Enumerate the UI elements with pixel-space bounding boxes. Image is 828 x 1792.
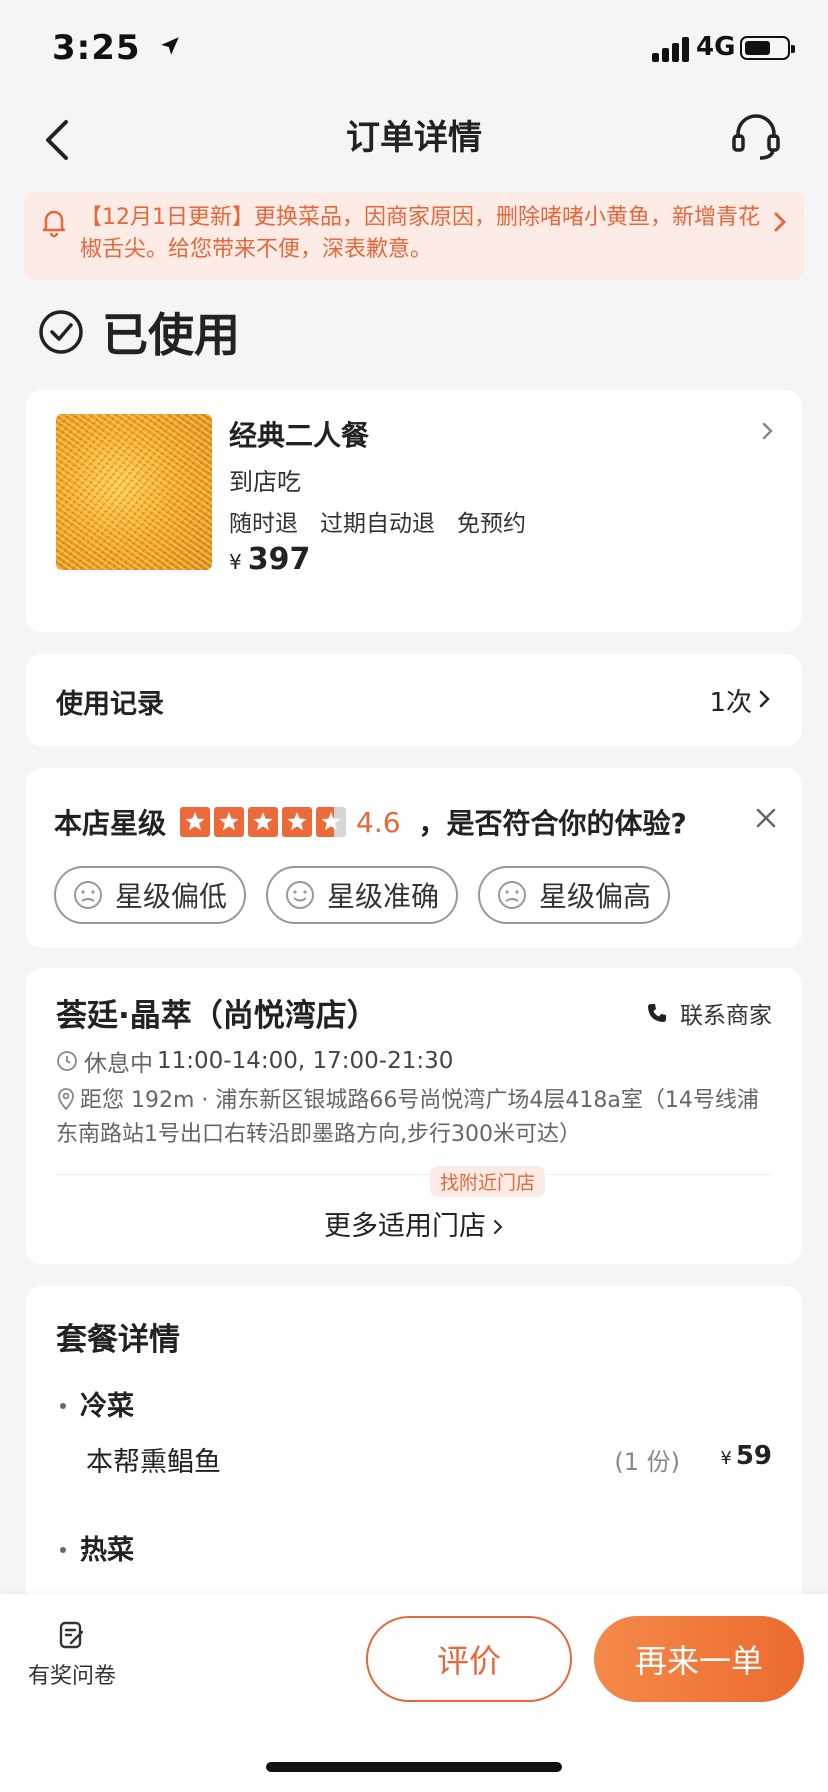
reorder-button[interactable]: 再来一单: [594, 1616, 804, 1702]
store-address[interactable]: 距您 192m · 浦东新区银城路66号尚悦湾广场4层418a室（14号线浦东南…: [56, 1084, 776, 1152]
item-price: ¥59: [720, 1440, 772, 1471]
check-circle-icon: [39, 310, 83, 354]
item-price-value: 59: [735, 1441, 772, 1471]
star-icon: [248, 807, 279, 837]
more-stores-link[interactable]: 更多适用门店: [26, 1204, 802, 1243]
signal-icon: [652, 36, 690, 62]
star-icon: [316, 807, 347, 837]
clock-icon: [57, 1051, 77, 1071]
price-value: 397: [247, 542, 311, 577]
deal-tags: 随时退 过期自动退 免预约: [229, 504, 548, 538]
rating-label: 本店星级: [54, 807, 167, 840]
rating-option-label: 星级偏高: [538, 880, 651, 913]
usage-record-value: 1次: [709, 688, 752, 718]
star-icon: [282, 807, 313, 837]
store-hours: 休息中 11:00-14:00, 17:00-21:30: [56, 1044, 453, 1078]
notice-text: 【12月1日更新】更换菜品，因商家原因，删除啫啫小黄鱼，新增青花椒舌尖。给您带来…: [80, 205, 760, 262]
contact-merchant-label: 联系商家: [680, 1003, 772, 1029]
star-icon: [214, 807, 245, 837]
survey-icon: [59, 1621, 84, 1649]
chevron-right-icon: [774, 212, 787, 232]
bell-icon: [42, 210, 66, 238]
status-bar: 3:25 4G: [0, 0, 828, 96]
contact-merchant-button[interactable]: 联系商家: [646, 996, 772, 1030]
rating-accurate-button[interactable]: 星级准确: [266, 866, 458, 924]
divider: [56, 1174, 772, 1175]
hours-status: 休息中: [84, 1051, 153, 1077]
survey-label: 有奖问卷: [27, 1664, 116, 1689]
chevron-right-icon: [762, 422, 773, 440]
bullet-dot: [60, 1547, 66, 1553]
chevron-right-icon: [759, 690, 770, 708]
currency-symbol: ¥: [229, 550, 242, 574]
rating-high-button[interactable]: 星级偏高: [478, 866, 670, 924]
rating-row: 本店星级 4.6 ，是否符合你的体验?: [54, 802, 774, 842]
star-rating: [180, 807, 350, 837]
deal-card[interactable]: 经典二人餐 到店吃 随时退 过期自动退 免预约 ¥397: [26, 390, 802, 632]
currency-symbol: ¥: [720, 1448, 732, 1469]
item-quantity: (1 份): [614, 1448, 680, 1476]
store-name[interactable]: 荟廷·晶萃（尚悦湾店）: [56, 990, 378, 1035]
status-time: 3:25: [52, 28, 181, 68]
bullet-dot: [60, 1403, 66, 1409]
package-item: 本帮熏鲳鱼 (1 份) ¥59: [86, 1440, 772, 1479]
phone-icon: [648, 1004, 666, 1022]
store-address-text: 距您 192m · 浦东新区银城路66号尚悦湾广场4层418a室（14号线浦东南…: [56, 1088, 759, 1147]
rating-options: 星级偏低 星级准确 星级偏高: [54, 866, 690, 924]
order-status-text: 已使用: [102, 308, 240, 362]
notice-banner[interactable]: 【12月1日更新】更换菜品，因商家原因，删除啫啫小黄鱼，新增青花椒舌尖。给您带来…: [24, 192, 804, 280]
close-icon[interactable]: [754, 806, 778, 830]
customer-service-icon[interactable]: [730, 110, 782, 162]
deal-image: [56, 414, 212, 570]
package-title: 套餐详情: [56, 1322, 180, 1358]
deal-tag: 免预约: [457, 511, 526, 537]
rating-score: 4.6: [356, 805, 401, 839]
store-card: 荟廷·晶萃（尚悦湾店） 联系商家 休息中 11:00-14:00, 17:00-…: [26, 968, 802, 1264]
deal-tag: 随时退: [229, 511, 298, 537]
page-title: 订单详情: [346, 118, 482, 158]
deal-name: 经典二人餐: [229, 419, 370, 452]
nav-bar: 订单详情: [0, 96, 828, 192]
package-category: 冷菜: [60, 1384, 134, 1423]
rating-option-label: 星级偏低: [114, 880, 227, 913]
home-indicator: [266, 1762, 562, 1772]
status-time-text: 3:25: [52, 28, 141, 68]
hours-value: 11:00-14:00, 17:00-21:30: [157, 1048, 454, 1074]
rating-feedback-card: 本店星级 4.6 ，是否符合你的体验? 星级偏低 星级准确 星级偏高: [26, 768, 802, 948]
star-icon: [180, 807, 211, 837]
rating-low-button[interactable]: 星级偏低: [54, 866, 246, 924]
usage-record-label: 使用记录: [56, 689, 164, 720]
nearby-stores-badge: 找附近门店: [430, 1166, 546, 1197]
chevron-right-icon: [494, 1220, 503, 1234]
order-status: 已使用: [38, 300, 240, 364]
more-stores-label: 更多适用门店: [324, 1211, 486, 1242]
sad-face-icon: [73, 881, 102, 909]
package-category: 热菜: [60, 1528, 134, 1567]
location-arrow-icon: [161, 37, 180, 55]
item-name: 本帮熏鲳鱼: [86, 1447, 221, 1478]
smile-face-icon: [285, 881, 314, 909]
usage-record-row[interactable]: 使用记录 1次: [26, 654, 802, 746]
survey-button[interactable]: 有奖问卷: [22, 1620, 122, 1690]
rating-question: ，是否符合你的体验?: [418, 807, 687, 840]
deal-tag: 过期自动退: [320, 511, 435, 537]
sad-face-icon: [497, 881, 526, 909]
category-name: 热菜: [80, 1535, 134, 1566]
location-pin-icon: [58, 1088, 74, 1111]
deal-mode: 到店吃: [229, 468, 301, 496]
network-type: 4G: [696, 32, 736, 62]
deal-price: ¥397: [229, 542, 310, 577]
battery-icon: [740, 36, 795, 60]
review-button[interactable]: 评价: [366, 1616, 572, 1702]
rating-option-label: 星级准确: [326, 880, 439, 913]
category-name: 冷菜: [80, 1391, 134, 1422]
